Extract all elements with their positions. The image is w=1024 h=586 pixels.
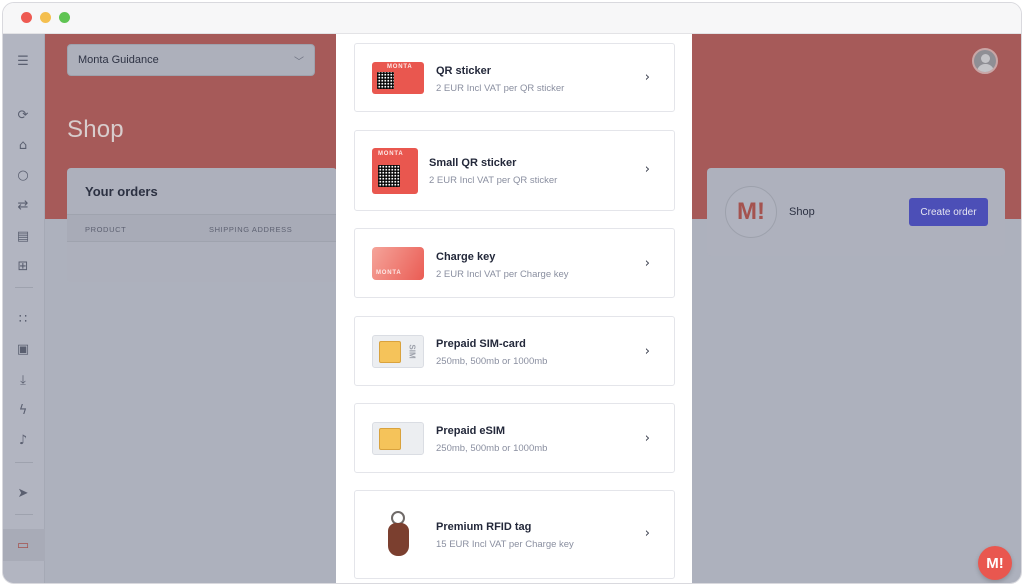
product-description: 250mb, 500mb or 1000mb <box>436 443 548 454</box>
sidebar-divider <box>15 462 33 463</box>
product-name: Prepaid SIM-card <box>436 338 526 350</box>
product-name: Prepaid eSIM <box>436 425 506 437</box>
sidebar-divider <box>15 514 33 515</box>
sidebar: ☰ ⟳ ⌂ ○ ⇄ ▤ ⊞ ∷ ▣ ⤓ ϟ ♪ ➤ ▭ <box>3 34 45 583</box>
product-name: Small QR sticker <box>429 157 517 169</box>
sidebar-divider <box>15 287 33 288</box>
product-description: 2 EUR Incl VAT per QR sticker <box>429 175 558 186</box>
page-title: Shop <box>67 116 124 143</box>
shop-card: M! Shop Create order <box>707 168 1005 256</box>
leather-fob-icon <box>388 523 409 556</box>
chevron-right-icon: › <box>644 431 650 446</box>
orders-title: Your orders <box>85 184 158 199</box>
product-item-small-qr-sticker[interactable]: MONTA Small QR sticker 2 EUR Incl VAT pe… <box>354 130 675 211</box>
charge-key-thumbnail: MONTA <box>372 247 424 280</box>
title-bar <box>3 3 1021 34</box>
shop-name: Shop <box>789 206 815 218</box>
product-name: Charge key <box>436 251 496 263</box>
product-item-premium-rfid-tag[interactable]: Premium RFID tag 15 EUR Incl VAT per Cha… <box>354 490 675 579</box>
product-picker-panel: MONTA QR sticker 2 EUR Incl VAT per QR s… <box>336 34 692 583</box>
product-name: Premium RFID tag <box>436 521 532 533</box>
avatar-head <box>981 54 990 63</box>
qr-code-icon <box>377 72 394 89</box>
chevron-right-icon: › <box>644 526 650 541</box>
orders-table-header: PRODUCT SHIPPING ADDRESS <box>67 214 337 242</box>
menu-icon[interactable]: ☰ <box>13 52 33 70</box>
esim-thumbnail <box>372 422 424 455</box>
send-icon[interactable]: ➤ <box>13 484 33 502</box>
small-qr-sticker-brand: MONTA <box>378 151 404 157</box>
orders-card: Your orders PRODUCT SHIPPING ADDRESS <box>67 168 337 282</box>
gift-icon[interactable]: ⊞ <box>13 257 33 275</box>
sim-label: SIM <box>407 344 417 359</box>
chevron-right-icon: › <box>644 70 650 85</box>
chevron-right-icon: › <box>644 256 650 271</box>
chevron-right-icon: › <box>644 162 650 177</box>
rfid-tag-thumbnail <box>383 511 413 561</box>
qr-sticker-brand: MONTA <box>387 64 413 70</box>
charge-key-brand: MONTA <box>376 270 402 276</box>
product-description: 250mb, 500mb or 1000mb <box>436 356 548 367</box>
shop-icon[interactable]: ▭ <box>13 536 33 554</box>
qr-code-icon <box>378 165 400 187</box>
charger-icon[interactable]: ▣ <box>13 340 33 358</box>
sim-chip-icon <box>379 341 401 363</box>
documents-icon[interactable]: ▤ <box>13 227 33 245</box>
refresh-icon[interactable]: ⟳ <box>13 106 33 124</box>
close-window-button[interactable] <box>21 12 32 23</box>
product-item-qr-sticker[interactable]: MONTA QR sticker 2 EUR Incl VAT per QR s… <box>354 43 675 112</box>
grid-icon[interactable]: ∷ <box>13 310 33 328</box>
app-area: ☰ ⟳ ⌂ ○ ⇄ ▤ ⊞ ∷ ▣ ⤓ ϟ ♪ ➤ ▭ Monta Guidan… <box>3 34 1021 583</box>
avatar[interactable] <box>972 48 998 74</box>
product-item-charge-key[interactable]: MONTA Charge key 2 EUR Incl VAT per Char… <box>354 228 675 298</box>
download-icon[interactable]: ⤓ <box>13 371 33 389</box>
product-description: 2 EUR Incl VAT per QR sticker <box>436 83 565 94</box>
product-item-prepaid-sim-card[interactable]: SIM Prepaid SIM-card 250mb, 500mb or 100… <box>354 316 675 386</box>
create-order-button[interactable]: Create order <box>909 198 988 226</box>
chevron-down-icon: ﹀ <box>294 56 304 68</box>
column-header-product: PRODUCT <box>85 225 127 234</box>
lightbulb-icon[interactable]: ○ <box>13 166 33 184</box>
minimize-window-button[interactable] <box>40 12 51 23</box>
sim-chip-icon <box>379 428 401 450</box>
lightning-icon[interactable]: ϟ <box>13 401 33 419</box>
maximize-window-button[interactable] <box>59 12 70 23</box>
shop-logo: M! <box>725 186 777 238</box>
chevron-right-icon: › <box>644 344 650 359</box>
browser-window: ☰ ⟳ ⌂ ○ ⇄ ▤ ⊞ ∷ ▣ ⤓ ϟ ♪ ➤ ▭ Monta Guidan… <box>2 2 1022 584</box>
help-chat-button[interactable]: M! <box>978 546 1012 580</box>
organization-select-value: Monta Guidance <box>78 54 159 66</box>
home-icon[interactable]: ⌂ <box>13 136 33 154</box>
sim-card-thumbnail: SIM <box>372 335 424 368</box>
organization-select[interactable]: Monta Guidance ﹀ <box>67 44 315 76</box>
qr-sticker-thumbnail: MONTA <box>372 62 424 94</box>
small-qr-sticker-thumbnail: MONTA <box>372 148 418 194</box>
product-description: 15 EUR Incl VAT per Charge key <box>436 539 574 550</box>
product-item-prepaid-esim[interactable]: Prepaid eSIM 250mb, 500mb or 1000mb › <box>354 403 675 473</box>
transfer-icon[interactable]: ⇄ <box>13 196 33 214</box>
bell-icon[interactable]: ♪ <box>13 431 33 449</box>
product-description: 2 EUR Incl VAT per Charge key <box>436 269 569 280</box>
product-name: QR sticker <box>436 65 492 77</box>
column-header-shipping-address: SHIPPING ADDRESS <box>209 225 293 234</box>
